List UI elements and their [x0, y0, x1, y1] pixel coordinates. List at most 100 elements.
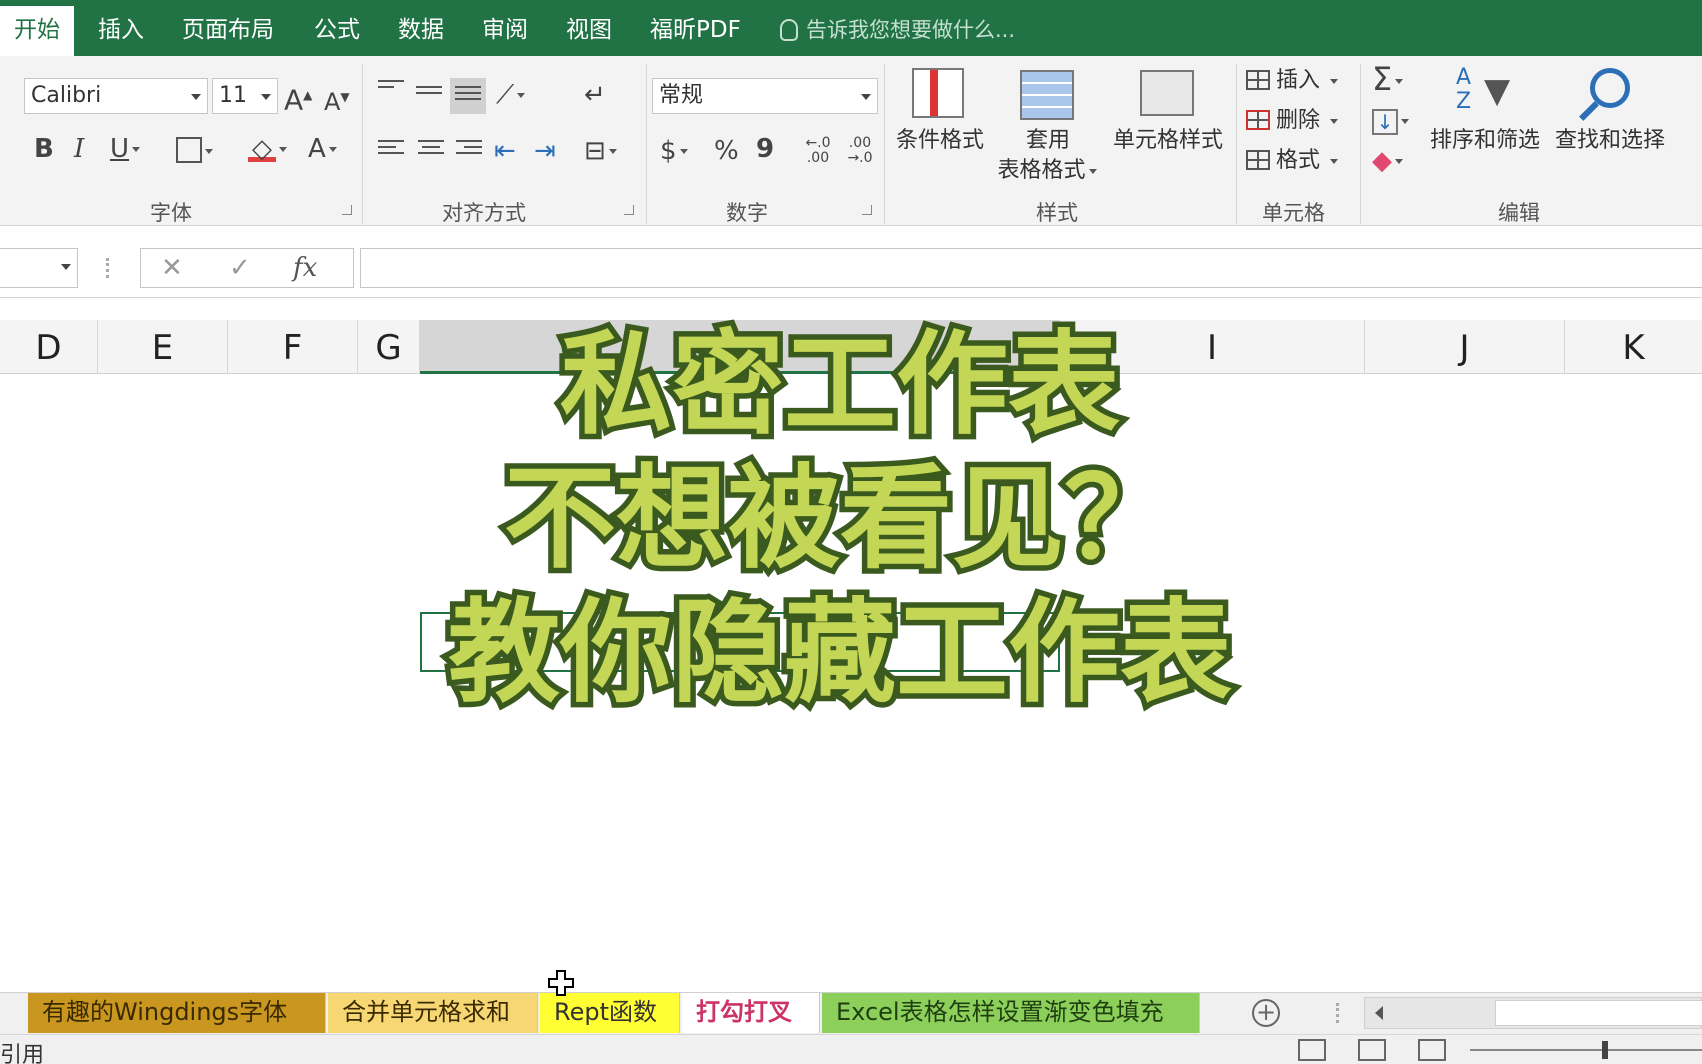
- fill-button[interactable]: ↓: [1372, 106, 1409, 136]
- comma-button[interactable]: 9: [756, 134, 774, 164]
- chevron-down-icon: [608, 149, 617, 154]
- horizontal-scrollbar[interactable]: [1364, 997, 1702, 1029]
- number-format-select[interactable]: 常规: [652, 78, 878, 114]
- insert-function-icon[interactable]: fx: [293, 253, 317, 283]
- group-divider: [646, 64, 647, 224]
- format-as-table-line1[interactable]: 套用: [1026, 126, 1070, 156]
- group-divider: [884, 64, 885, 224]
- fill-color-button[interactable]: ◇: [248, 134, 287, 164]
- chevron-down-icon: [261, 94, 271, 100]
- chevron-down-icon: [1395, 78, 1404, 84]
- tab-home[interactable]: 开始: [0, 6, 74, 56]
- number-group-label: 数字: [726, 201, 768, 225]
- percent-button[interactable]: %: [714, 136, 739, 166]
- sheet-tab-merge-sum[interactable]: 合并单元格求和: [328, 993, 538, 1033]
- chevron-down-icon: [191, 94, 201, 100]
- orientation-button[interactable]: ⟋: [496, 80, 526, 110]
- formula-input[interactable]: [360, 248, 1702, 288]
- shrink-font-icon: A: [324, 88, 341, 116]
- delete-cells-button[interactable]: 删除: [1246, 106, 1339, 136]
- cancel-icon[interactable]: ✕: [161, 253, 183, 283]
- headline-line-1: 私密工作表: [555, 315, 1126, 456]
- sort-filter-button[interactable]: 排序和筛选: [1424, 126, 1546, 156]
- format-cells-button[interactable]: 格式: [1246, 146, 1339, 176]
- align-left-icon[interactable]: [378, 140, 404, 162]
- column-header-j[interactable]: J: [1365, 320, 1565, 374]
- find-select-button[interactable]: 查找和选择: [1548, 126, 1672, 156]
- borders-button[interactable]: [176, 136, 213, 166]
- tab-page-layout[interactable]: 页面布局: [168, 10, 288, 56]
- sheet-tab-check-cross[interactable]: 打勾打叉: [682, 993, 820, 1033]
- page-break-view-icon[interactable]: [1418, 1039, 1446, 1061]
- dialog-launcher-icon[interactable]: [862, 205, 872, 215]
- tell-me-search[interactable]: 告诉我您想要做什么...: [780, 14, 1015, 44]
- column-header-k[interactable]: K: [1565, 320, 1702, 374]
- grow-font-button[interactable]: A▲: [284, 80, 312, 115]
- cell-styles-icon: [1140, 70, 1194, 116]
- sheet-tab-gradient-fill[interactable]: Excel表格怎样设置渐变色填充: [822, 993, 1200, 1033]
- sort-filter-icon: AZ: [1456, 65, 1472, 114]
- page-layout-view-icon[interactable]: [1358, 1039, 1386, 1061]
- formula-buttons: ✕ ✓ fx: [140, 248, 354, 288]
- font-name-select[interactable]: Calibri: [24, 78, 208, 114]
- sheet-tab-rept[interactable]: Rept函数: [540, 993, 680, 1033]
- status-mode: 引用: [0, 1043, 45, 1064]
- increase-decimal-button[interactable]: ←.0 .00: [800, 136, 836, 166]
- autosum-button[interactable]: Σ: [1372, 63, 1404, 95]
- scrollbar-thumb[interactable]: [1495, 1000, 1702, 1026]
- tab-formulas[interactable]: 公式: [300, 10, 374, 56]
- format-as-table-button[interactable]: 表格格式: [990, 156, 1104, 186]
- chevron-down-icon: [1401, 119, 1409, 124]
- add-sheet-button[interactable]: +: [1252, 999, 1280, 1027]
- editing-group-label: 编辑: [1498, 201, 1540, 225]
- ribbon-tab-bar: 开始 插入 页面布局 公式 数据 审阅 视图 福昕PDF 告诉我您想要做什么..…: [0, 0, 1702, 56]
- italic-button[interactable]: I: [74, 134, 84, 164]
- fill-down-icon: ↓: [1372, 109, 1398, 135]
- magnifier-handle: [1579, 101, 1599, 121]
- chevron-down-icon: [1330, 118, 1339, 124]
- align-center-icon[interactable]: [418, 140, 444, 162]
- currency-button[interactable]: $: [660, 136, 688, 166]
- clear-button[interactable]: ◆: [1372, 146, 1403, 176]
- tab-insert[interactable]: 插入: [84, 10, 158, 56]
- styles-group-label: 样式: [1036, 201, 1078, 225]
- align-middle-icon[interactable]: [416, 86, 442, 108]
- merge-center-button[interactable]: ⊟: [584, 136, 617, 166]
- tab-foxit-pdf[interactable]: 福昕PDF: [636, 10, 755, 56]
- tab-view[interactable]: 视图: [552, 10, 626, 56]
- chevron-down-icon: [861, 94, 871, 100]
- zoom-slider-thumb[interactable]: [1602, 1041, 1608, 1059]
- name-box[interactable]: [0, 248, 78, 288]
- enter-icon[interactable]: ✓: [229, 253, 251, 283]
- align-top-icon[interactable]: [378, 80, 404, 102]
- dialog-launcher-icon[interactable]: [624, 205, 634, 215]
- tab-data[interactable]: 数据: [384, 10, 458, 56]
- align-bottom-icon[interactable]: [450, 78, 486, 114]
- tab-splitter-handle[interactable]: [1336, 1003, 1340, 1023]
- font-size-select[interactable]: 11: [212, 78, 278, 114]
- lightbulb-icon: [780, 19, 798, 41]
- cell-styles-button[interactable]: 单元格样式: [1106, 126, 1230, 156]
- orientation-icon: ⟋: [496, 80, 515, 110]
- zoom-slider[interactable]: [1470, 1049, 1702, 1051]
- bold-button[interactable]: B: [34, 134, 54, 164]
- align-right-icon[interactable]: [456, 140, 482, 162]
- format-as-table-line2: 表格格式: [997, 158, 1086, 183]
- increase-indent-icon[interactable]: ⇥: [534, 136, 556, 166]
- column-header-e[interactable]: E: [98, 320, 228, 374]
- dialog-launcher-icon[interactable]: [342, 205, 352, 215]
- sheet-tab-wingdings[interactable]: 有趣的Wingdings字体: [28, 993, 326, 1033]
- wrap-text-icon[interactable]: ↵: [584, 80, 606, 110]
- tab-review[interactable]: 审阅: [468, 10, 542, 56]
- decrease-decimal-button[interactable]: .00 →.0: [842, 136, 878, 166]
- column-header-d[interactable]: D: [0, 320, 98, 374]
- underline-button[interactable]: U: [110, 134, 141, 164]
- normal-view-icon[interactable]: [1298, 1039, 1326, 1061]
- conditional-format-button[interactable]: 条件格式: [890, 126, 990, 156]
- shrink-font-button[interactable]: A▼: [324, 82, 350, 117]
- splitter-handle[interactable]: [106, 258, 110, 278]
- scroll-left-icon[interactable]: [1375, 1006, 1383, 1020]
- font-color-button[interactable]: A: [308, 134, 337, 164]
- decrease-indent-icon[interactable]: ⇤: [494, 136, 516, 166]
- insert-cells-button[interactable]: 插入: [1246, 66, 1339, 96]
